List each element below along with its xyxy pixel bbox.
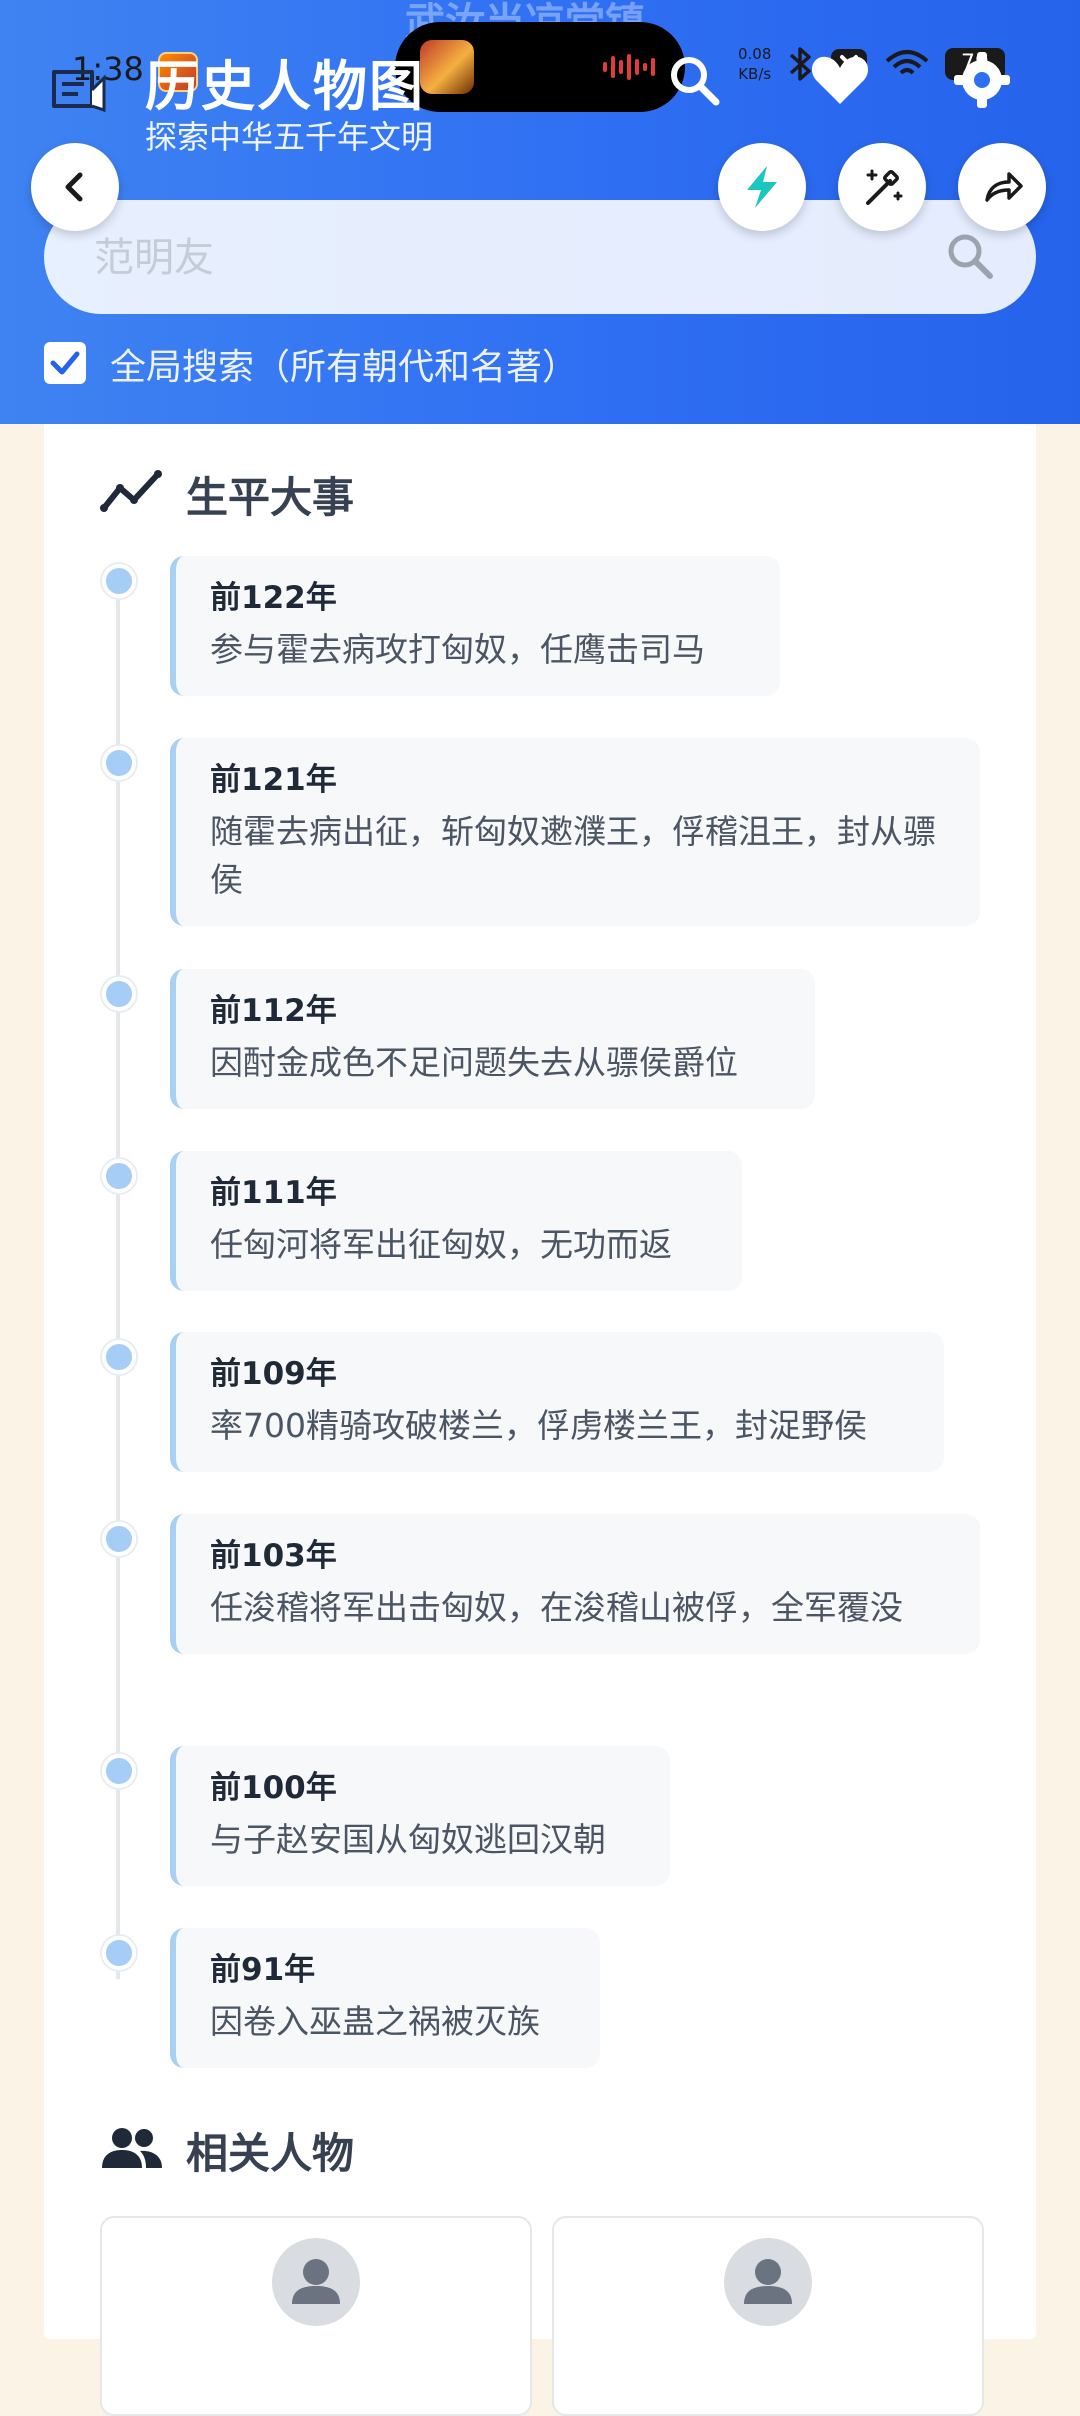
event-year: 前121年 — [210, 762, 337, 798]
timeline-dot — [102, 1754, 136, 1788]
quick-action-button[interactable] — [718, 143, 806, 231]
event-description: 与子赵安国从匈奴逃回汉朝 — [210, 1820, 606, 1859]
timeline-event: 前91年 因卷入巫蛊之祸被灭族 — [170, 1928, 600, 2068]
app-title: 历史人物图 — [145, 55, 425, 118]
avatar — [724, 2238, 812, 2326]
event-year: 前109年 — [210, 1356, 337, 1392]
event-year: 前103年 — [210, 1538, 337, 1574]
checkmark-icon — [50, 351, 80, 375]
timeline-event: 前121年 随霍去病出征，斩匈奴遬濮王，俘稽沮王，封从骠侯 — [170, 738, 980, 926]
magic-wand-icon — [866, 169, 903, 205]
wifi-icon — [885, 50, 929, 75]
app-subtitle: 探索中华五千年文明 — [145, 118, 434, 156]
person-icon — [292, 2259, 340, 2304]
scroll-logo-icon — [52, 70, 106, 113]
timeline-dot — [102, 977, 136, 1011]
event-year: 前112年 — [210, 993, 337, 1029]
timeline-event: 前100年 与子赵安国从匈奴逃回汉朝 — [170, 1746, 670, 1886]
search-submit-icon[interactable] — [942, 228, 998, 284]
event-description: 任匈河将军出征匈奴，无功而返 — [210, 1225, 672, 1264]
timeline-dot — [102, 1936, 136, 1970]
timeline-dot — [102, 1522, 136, 1556]
timeline-heading: 生平大事 — [186, 473, 355, 522]
event-year: 前111年 — [210, 1175, 337, 1211]
related-person-card[interactable] — [100, 2216, 532, 2416]
event-year: 前100年 — [210, 1770, 337, 1806]
timeline-dot — [102, 1340, 136, 1374]
magic-button[interactable] — [838, 143, 926, 231]
timeline-dot — [102, 1159, 136, 1193]
share-icon — [985, 172, 1023, 202]
network-speed: 0.08 KB/s — [738, 44, 771, 84]
network-speed-unit: KB/s — [738, 65, 772, 83]
back-button[interactable] — [31, 143, 119, 231]
timeline-dot — [102, 564, 136, 598]
chevron-left-icon — [65, 172, 83, 202]
dynamic-island[interactable] — [395, 22, 685, 112]
search-icon[interactable] — [662, 48, 726, 112]
detail-card: 生平大事 前122年 参与霍去病攻打匈奴，任鹰击司马 前121年 随霍去病出征，… — [44, 424, 1036, 2416]
people-icon — [102, 2128, 162, 2168]
audio-wave-icon — [603, 54, 655, 80]
timeline-event: 前122年 参与霍去病攻打匈奴，任鹰击司马 — [170, 556, 780, 696]
event-description: 因卷入巫蛊之祸被灭族 — [210, 2002, 540, 2041]
heart-icon[interactable] — [808, 48, 872, 112]
gear-icon[interactable] — [950, 48, 1014, 112]
event-description: 率700精骑攻破楼兰，俘虏楼兰王，封浞野侯 — [210, 1406, 867, 1445]
event-year: 前91年 — [210, 1952, 316, 1988]
related-person-card[interactable] — [552, 2216, 984, 2416]
timeline-event: 前109年 率700精骑攻破楼兰，俘虏楼兰王，封浞野侯 — [170, 1332, 944, 1472]
trend-line-icon — [100, 470, 162, 512]
lightning-icon — [747, 166, 777, 208]
timeline-event: 前112年 因酎金成色不足问题失去从骠侯爵位 — [170, 969, 815, 1109]
event-description: 因酎金成色不足问题失去从骠侯爵位 — [210, 1043, 738, 1082]
event-description: 任浚稽将军出击匈奴，在浚稽山被俘，全军覆没 — [210, 1588, 903, 1627]
avatar — [272, 2238, 360, 2326]
timeline-event: 前111年 任匈河将军出征匈奴，无功而返 — [170, 1151, 742, 1291]
search-input[interactable] — [92, 228, 926, 288]
network-speed-value: 0.08 — [738, 45, 772, 63]
event-description: 参与霍去病攻打匈奴，任鹰击司马 — [210, 630, 705, 669]
media-thumbnail — [420, 40, 474, 94]
timeline-dot — [102, 746, 136, 780]
timeline-event: 前103年 任浚稽将军出击匈奴，在浚稽山被俘，全军覆没 — [170, 1514, 980, 1654]
related-people-heading: 相关人物 — [186, 2129, 355, 2178]
event-year: 前122年 — [210, 580, 337, 616]
global-search-checkbox[interactable] — [44, 342, 86, 384]
person-icon — [744, 2259, 792, 2304]
global-search-label[interactable]: 全局搜索（所有朝代和名著） — [110, 338, 578, 390]
share-button[interactable] — [958, 143, 1046, 231]
event-description: 随霍去病出征，斩匈奴遬濮王，俘稽沮王，封从骠侯 — [210, 812, 936, 899]
